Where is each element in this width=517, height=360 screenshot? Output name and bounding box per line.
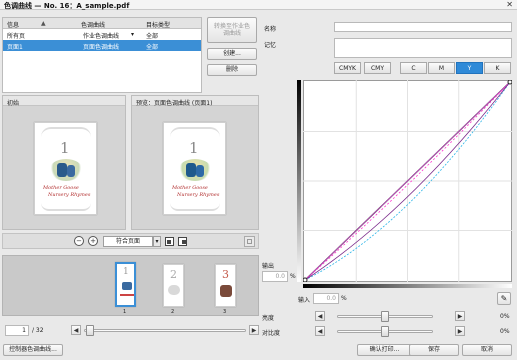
output-percent: % <box>290 273 296 280</box>
page-prev-view-icon[interactable] <box>165 237 174 246</box>
row-target: 全部 <box>146 44 159 51</box>
column-header-target[interactable]: 目标类型 <box>146 20 170 29</box>
memo-label: 记忆 <box>264 42 277 49</box>
close-icon[interactable]: ✕ <box>506 0 513 10</box>
title-bar: 色调曲线 — No. 16：A_sample.pdf ✕ <box>0 0 517 10</box>
channel-m-button[interactable]: M <box>428 62 455 74</box>
page-number-art: 1 <box>60 139 70 157</box>
preview-pane: 预览：页面色调曲线 (页面1) 1 Mother Goose Nursery R… <box>131 95 259 230</box>
thumbnail-page-1[interactable]: 1 <box>115 262 136 307</box>
initial-label: 初始 <box>7 100 20 107</box>
column-header-info[interactable]: 信息 <box>7 20 19 29</box>
curve-control-point <box>303 277 308 282</box>
input-label: 输入 <box>298 297 311 304</box>
controller-tone-curve-button[interactable]: 控制器色调曲线... <box>3 344 63 356</box>
window-title: 色调曲线 — No. 16：A_sample.pdf <box>4 2 130 10</box>
table-row[interactable]: 所有页 作业色调曲线 ▾ 全部 <box>3 29 201 40</box>
column-header-curve[interactable]: 色调曲线 <box>81 20 105 29</box>
tone-curve-table: 信息 ▲ 色调曲线 目标类型 所有页 作业色调曲线 ▾ 全部 页面1 页面色调曲… <box>2 17 202 93</box>
input-value-input[interactable]: 0.0 <box>313 293 339 304</box>
doc-title-line2: Nursery Rhymes <box>177 192 220 198</box>
pager-left-icon[interactable]: ◀ <box>71 325 81 335</box>
contrast-label: 对比度 <box>262 330 281 337</box>
brightness-label: 亮度 <box>262 315 275 322</box>
doc-title-line2: Nursery Rhymes <box>48 192 91 198</box>
brightness-decrease-icon[interactable]: ◀ <box>315 311 325 321</box>
table-row[interactable]: 页面1 页面色调曲线 全部 <box>3 40 201 51</box>
page-number-input[interactable]: 1 <box>5 325 29 336</box>
channel-cmyk-button[interactable]: CMYK <box>334 62 361 74</box>
create-button[interactable]: 创建... <box>207 48 257 60</box>
thumbnail-page-3[interactable]: 3 <box>215 264 236 307</box>
page-number-art: 1 <box>189 139 199 157</box>
name-input[interactable] <box>334 22 512 32</box>
initial-pane: 初始 1 Mother Goose Nursery Rhymes <box>2 95 126 230</box>
row-target: 全部 <box>146 33 159 40</box>
preview-page: 1 Mother Goose Nursery Rhymes <box>163 122 226 215</box>
confirm-print-button[interactable]: 确认打印... <box>357 344 412 356</box>
convert-to-job-curve-button[interactable]: 转换至作业色 调曲线 <box>207 17 257 43</box>
initial-page-preview: 1 Mother Goose Nursery Rhymes <box>34 122 97 215</box>
table-header: 信息 ▲ 色调曲线 目标类型 <box>3 18 201 29</box>
brightness-value: 0% <box>500 313 510 320</box>
thumbnail-label: 1 <box>123 309 127 315</box>
channel-k-button[interactable]: K <box>484 62 511 74</box>
sort-ascending-icon: ▲ <box>41 20 46 27</box>
doc-title-line1: Mother Goose <box>172 185 208 191</box>
thumbnail-strip: 1 2 3 1 2 3 <box>2 255 259 316</box>
zoom-toolbar: − + 符合页面 ▾ <box>2 233 259 249</box>
page-next-view-icon[interactable] <box>178 237 187 246</box>
cancel-button[interactable]: 取消 <box>462 344 512 356</box>
row-info: 所有页 <box>7 33 26 40</box>
channel-y-button[interactable]: Y <box>456 62 483 74</box>
preview-label: 预览：页面色调曲线 (页面1) <box>136 100 213 107</box>
output-value-input[interactable]: 0.0 <box>262 271 288 282</box>
pencil-icon[interactable]: ✎ <box>497 292 511 305</box>
contrast-decrease-icon[interactable]: ◀ <box>315 326 325 336</box>
chevron-down-icon[interactable]: ▾ <box>131 31 134 38</box>
zoom-out-icon[interactable]: − <box>74 236 84 246</box>
row-curve: 页面色调曲线 <box>83 44 120 51</box>
page-slider-thumb[interactable] <box>86 325 94 336</box>
thumbnail-label: 2 <box>171 309 175 315</box>
contrast-value: 0% <box>500 328 510 335</box>
chevron-down-icon[interactable]: ▾ <box>153 236 161 247</box>
memo-input[interactable] <box>334 38 512 58</box>
channel-cmy-button[interactable]: CMY <box>364 62 391 74</box>
brightness-increase-icon[interactable]: ▶ <box>455 311 465 321</box>
doc-title-line1: Mother Goose <box>43 185 79 191</box>
fit-window-icon[interactable] <box>244 236 255 247</box>
brightness-slider-thumb[interactable] <box>381 311 389 322</box>
output-gradient-bar <box>297 80 301 282</box>
tone-curve-graph[interactable] <box>303 80 512 282</box>
row-info: 页面1 <box>7 44 23 51</box>
zoom-fit-select[interactable]: 符合页面 <box>103 236 153 247</box>
contrast-slider-thumb[interactable] <box>381 326 389 337</box>
output-label: 输出 <box>262 263 275 270</box>
row-curve-select[interactable]: 作业色调曲线 <box>83 31 119 40</box>
save-button[interactable]: 保存 <box>409 344 459 356</box>
pager-right-icon[interactable]: ▶ <box>249 325 259 335</box>
delete-button[interactable]: 删除 <box>207 64 257 76</box>
name-label: 名称 <box>264 26 277 33</box>
thumbnail-page-2[interactable]: 2 <box>163 264 184 307</box>
channel-c-button[interactable]: C <box>400 62 427 74</box>
zoom-in-icon[interactable]: + <box>88 236 98 246</box>
contrast-increase-icon[interactable]: ▶ <box>455 326 465 336</box>
input-percent: % <box>341 295 347 302</box>
curve-control-point <box>507 80 512 85</box>
thumbnail-label: 3 <box>223 309 227 315</box>
page-slider-track[interactable] <box>84 329 246 332</box>
input-gradient-bar <box>303 284 512 288</box>
page-total: / 32 <box>32 327 44 334</box>
